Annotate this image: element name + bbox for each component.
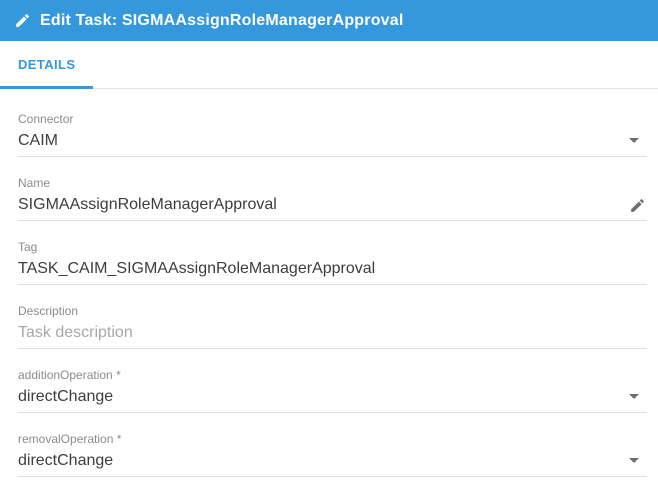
- field-tag: Tag: [18, 241, 647, 285]
- field-name: Name: [18, 177, 647, 221]
- dialog-header: Edit Task: SIGMAAssignRoleManagerApprova…: [0, 0, 658, 41]
- tab-bar: DETAILS: [0, 41, 658, 89]
- description-label: Description: [18, 304, 79, 318]
- connector-select[interactable]: CAIM: [18, 131, 647, 157]
- chevron-down-icon: [629, 138, 639, 143]
- name-field-line: [18, 195, 647, 221]
- addition-operation-value: directChange: [18, 388, 114, 405]
- edit-name-button[interactable]: [627, 195, 647, 215]
- tag-field-line: [18, 259, 647, 285]
- addition-operation-label: additionOperation *: [18, 368, 121, 382]
- pencil-icon: [629, 197, 646, 214]
- dialog-title: Edit Task: SIGMAAssignRoleManagerApprova…: [40, 11, 404, 29]
- description-input[interactable]: [18, 323, 621, 342]
- pencil-icon: [14, 12, 31, 29]
- connector-value: CAIM: [18, 132, 58, 149]
- tab-details[interactable]: DETAILS: [0, 41, 93, 88]
- chevron-down-icon: [629, 458, 639, 463]
- chevron-down-icon: [629, 394, 639, 399]
- tab-details-label: DETAILS: [18, 57, 76, 72]
- tag-input[interactable]: [18, 259, 621, 278]
- field-addition-operation: additionOperation * directChange: [18, 369, 647, 413]
- field-description: Description: [18, 305, 647, 349]
- edit-task-dialog: Edit Task: SIGMAAssignRoleManagerApprova…: [0, 0, 658, 489]
- active-tab-indicator: [0, 86, 93, 89]
- removal-operation-select[interactable]: directChange: [18, 451, 647, 477]
- details-form: Connector CAIM Name Tag: [0, 89, 658, 477]
- field-connector: Connector CAIM: [18, 113, 647, 157]
- connector-label: Connector: [18, 112, 74, 126]
- name-input[interactable]: [18, 195, 621, 214]
- field-removal-operation: removalOperation * directChange: [18, 433, 647, 477]
- removal-operation-value: directChange: [18, 452, 114, 469]
- name-label: Name: [18, 176, 51, 190]
- addition-operation-select[interactable]: directChange: [18, 387, 647, 413]
- description-field-line: [18, 323, 647, 349]
- removal-operation-label: removalOperation *: [18, 432, 122, 446]
- tag-label: Tag: [18, 240, 38, 254]
